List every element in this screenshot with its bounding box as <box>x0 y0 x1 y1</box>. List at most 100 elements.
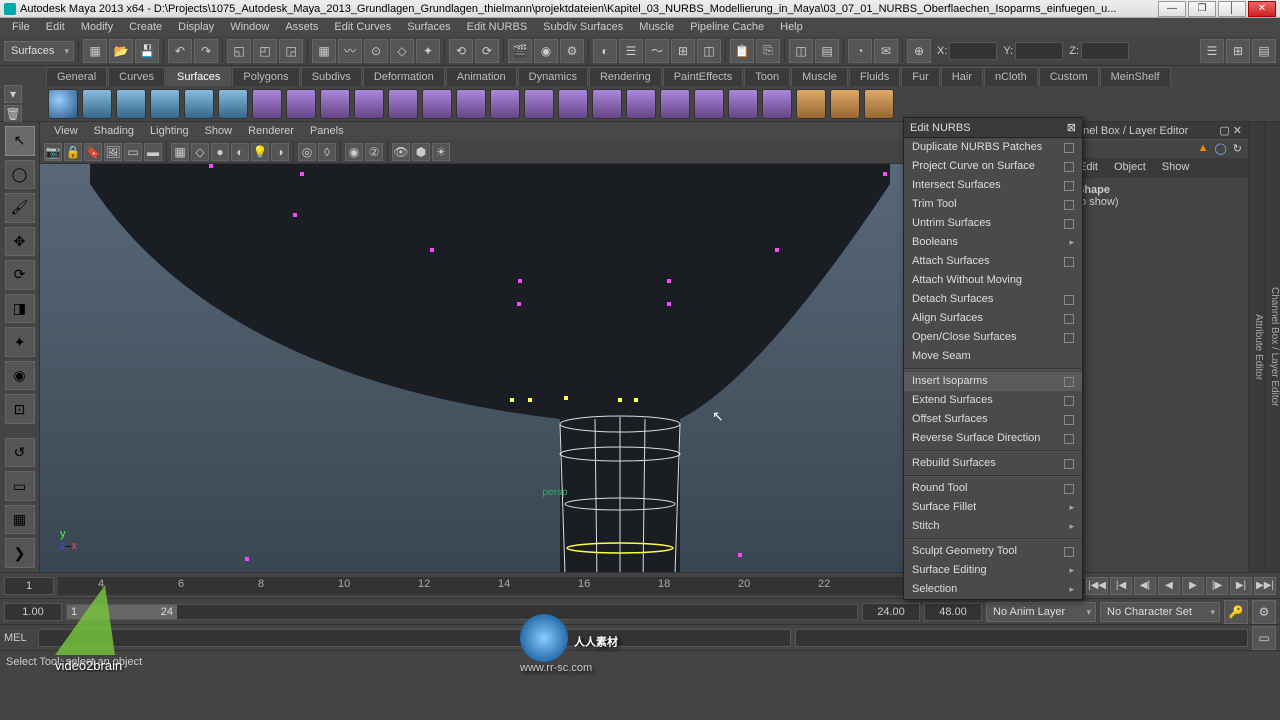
snap-live-icon[interactable]: ✦ <box>416 39 440 63</box>
channel-box-tab[interactable]: Channel Box / Layer Editor <box>1264 122 1280 572</box>
hypergraph-icon[interactable]: ◫ <box>697 39 721 63</box>
extrude-surface-icon[interactable] <box>354 89 384 119</box>
menu-item-duplicate-nurbs-patches[interactable]: Duplicate NURBS Patches <box>904 138 1082 157</box>
control-vertex-selected[interactable] <box>510 398 514 402</box>
menu-item-align-surfaces[interactable]: Align Surfaces <box>904 309 1082 328</box>
menu-item-selection[interactable]: Selection▸ <box>904 580 1082 599</box>
intersect-icon[interactable] <box>592 89 622 119</box>
minimize-button[interactable]: — <box>1158 1 1186 17</box>
history-off-icon[interactable]: ⟳ <box>475 39 499 63</box>
snap-plane-icon[interactable]: ◇ <box>390 39 414 63</box>
shelf-tab-polygons[interactable]: Polygons <box>232 67 299 86</box>
new-scene-icon[interactable]: ▦ <box>83 39 107 63</box>
step-forward-button[interactable]: ▶| <box>1230 577 1252 595</box>
control-vertex[interactable] <box>775 248 779 252</box>
show-manip-tool[interactable]: ⊡ <box>5 394 35 424</box>
menu-item-booleans[interactable]: Booleans▸ <box>904 233 1082 252</box>
move-tool[interactable]: ✥ <box>5 227 35 257</box>
snap-point-icon[interactable]: ⊙ <box>364 39 388 63</box>
tab-object[interactable]: Object <box>1106 158 1154 178</box>
nurbs-cube-icon[interactable] <box>82 89 112 119</box>
renderer-icon[interactable]: ⬢ <box>412 143 430 161</box>
bevel-plus-icon[interactable] <box>524 89 554 119</box>
shelf-tab-curves[interactable]: Curves <box>108 67 165 86</box>
play-forward-button[interactable]: ▶ <box>1182 577 1204 595</box>
menu-item-trim-tool[interactable]: Trim Tool <box>904 195 1082 214</box>
option-box-icon[interactable] <box>1064 181 1074 191</box>
tool-settings-toggle-icon[interactable]: ⊞ <box>1226 39 1250 63</box>
select-hierarchy-icon[interactable]: ◱ <box>227 39 251 63</box>
nurbs-torus-icon[interactable] <box>218 89 248 119</box>
web-icon[interactable]: ✉ <box>874 39 898 63</box>
grid-toggle-icon[interactable]: ▦ <box>171 143 189 161</box>
project-curve-icon[interactable] <box>558 89 588 119</box>
shelf-tab-meinshelf[interactable]: MeinShelf <box>1100 67 1171 86</box>
rebuild-icon[interactable] <box>864 89 894 119</box>
panel-menu-lighting[interactable]: Lighting <box>142 122 197 140</box>
image-plane-icon[interactable]: 🖼 <box>104 143 122 161</box>
option-box-icon[interactable] <box>1064 547 1074 557</box>
menu-item-offset-surfaces[interactable]: Offset Surfaces <box>904 410 1082 429</box>
menu-item-intersect-surfaces[interactable]: Intersect Surfaces <box>904 176 1082 195</box>
paste-icon[interactable]: 📋 <box>730 39 754 63</box>
option-box-icon[interactable] <box>1064 434 1074 444</box>
attach-icon[interactable] <box>694 89 724 119</box>
menu-modify[interactable]: Modify <box>73 18 121 36</box>
control-vertex[interactable] <box>518 279 522 283</box>
soft-mod-tool[interactable]: ◉ <box>5 361 35 391</box>
range-end-input[interactable]: 24.00 <box>862 603 920 621</box>
close-button[interactable]: ✕ <box>1248 1 1276 17</box>
undo-icon[interactable]: ↶ <box>168 39 192 63</box>
panel-close-icon[interactable]: ▢ ✕ <box>1219 122 1242 139</box>
help-icon[interactable]: ◔ <box>848 39 872 63</box>
nurbs-sphere-icon[interactable] <box>48 89 78 119</box>
birail-icon[interactable] <box>388 89 418 119</box>
key-back-button[interactable]: ◀| <box>1134 577 1156 595</box>
shelf-tab-subdivs[interactable]: Subdivs <box>301 67 362 86</box>
square-icon[interactable] <box>456 89 486 119</box>
go-to-start-button[interactable]: |◀◀ <box>1086 577 1108 595</box>
gate-mask-icon[interactable]: ▭ <box>124 143 142 161</box>
extend-icon[interactable] <box>830 89 860 119</box>
untrim-icon[interactable] <box>660 89 690 119</box>
menu-item-detach-surfaces[interactable]: Detach Surfaces <box>904 290 1082 309</box>
nurbs-plane-icon[interactable] <box>184 89 214 119</box>
menu-item-surface-fillet[interactable]: Surface Fillet▸ <box>904 498 1082 517</box>
option-box-icon[interactable] <box>1064 295 1074 305</box>
time-ruler[interactable]: 46810121416182022 <box>58 577 1022 595</box>
menu-item-project-curve-on-surface[interactable]: Project Curve on Surface <box>904 157 1082 176</box>
option-box-icon[interactable] <box>1064 377 1074 387</box>
nurbs-cone-icon[interactable] <box>150 89 180 119</box>
planar-icon[interactable] <box>320 89 350 119</box>
paint-select-tool[interactable]: 🖌 <box>5 193 35 223</box>
tab-show[interactable]: Show <box>1154 158 1198 178</box>
attribute-editor-toggle-icon[interactable]: ☰ <box>1200 39 1224 63</box>
script-lang-label[interactable]: MEL <box>4 632 34 644</box>
option-box-icon[interactable] <box>1064 396 1074 406</box>
channels-icon[interactable]: ▲ <box>1198 142 1209 156</box>
option-box-icon[interactable] <box>1064 143 1074 153</box>
select-tool[interactable]: ↖ <box>5 126 35 156</box>
menu-item-attach-without-moving[interactable]: Attach Without Moving <box>904 271 1082 290</box>
tearoff-close-icon[interactable]: ⊠ <box>1067 118 1076 137</box>
panel-layout-icon[interactable]: ▤ <box>815 39 839 63</box>
loft-icon[interactable] <box>286 89 316 119</box>
last-tool[interactable]: ↺ <box>5 438 35 468</box>
menu-item-surface-editing[interactable]: Surface Editing▸ <box>904 561 1082 580</box>
module-selector[interactable]: Surfaces <box>4 41 74 61</box>
key-forward-button[interactable]: |▶ <box>1206 577 1228 595</box>
menu-edit[interactable]: Edit <box>38 18 73 36</box>
control-vertex-selected[interactable] <box>528 398 532 402</box>
menu-item-extend-surfaces[interactable]: Extend Surfaces <box>904 391 1082 410</box>
control-vertex[interactable] <box>245 557 249 561</box>
y-coord-input[interactable] <box>1015 42 1063 60</box>
option-box-icon[interactable] <box>1064 415 1074 425</box>
option-box-icon[interactable] <box>1064 257 1074 267</box>
select-camera-icon[interactable]: 📷 <box>44 143 62 161</box>
boundary-icon[interactable] <box>422 89 452 119</box>
insert-isoparm-icon[interactable] <box>796 89 826 119</box>
control-vertex[interactable] <box>430 248 434 252</box>
attribute-editor-tab[interactable]: Attribute Editor <box>1248 122 1264 572</box>
control-vertex[interactable] <box>517 302 521 306</box>
trim-icon[interactable] <box>626 89 656 119</box>
